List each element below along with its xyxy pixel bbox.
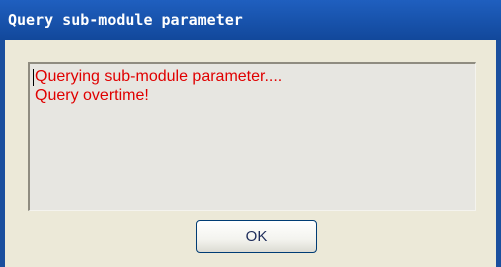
title-bar[interactable]: Query sub-module parameter xyxy=(0,0,501,40)
message-area[interactable]: Querying sub-module parameter.... Query … xyxy=(28,62,476,211)
text-caret xyxy=(33,69,34,86)
window-title: Query sub-module parameter xyxy=(8,11,243,29)
dialog-body: Querying sub-module parameter.... Query … xyxy=(5,40,496,267)
query-dialog: Query sub-module parameter Querying sub-… xyxy=(0,0,501,267)
message-line-querying: Querying sub-module parameter.... xyxy=(35,68,283,85)
ok-button[interactable]: OK xyxy=(196,220,317,253)
message-line-overtime: Query overtime! xyxy=(35,87,149,104)
